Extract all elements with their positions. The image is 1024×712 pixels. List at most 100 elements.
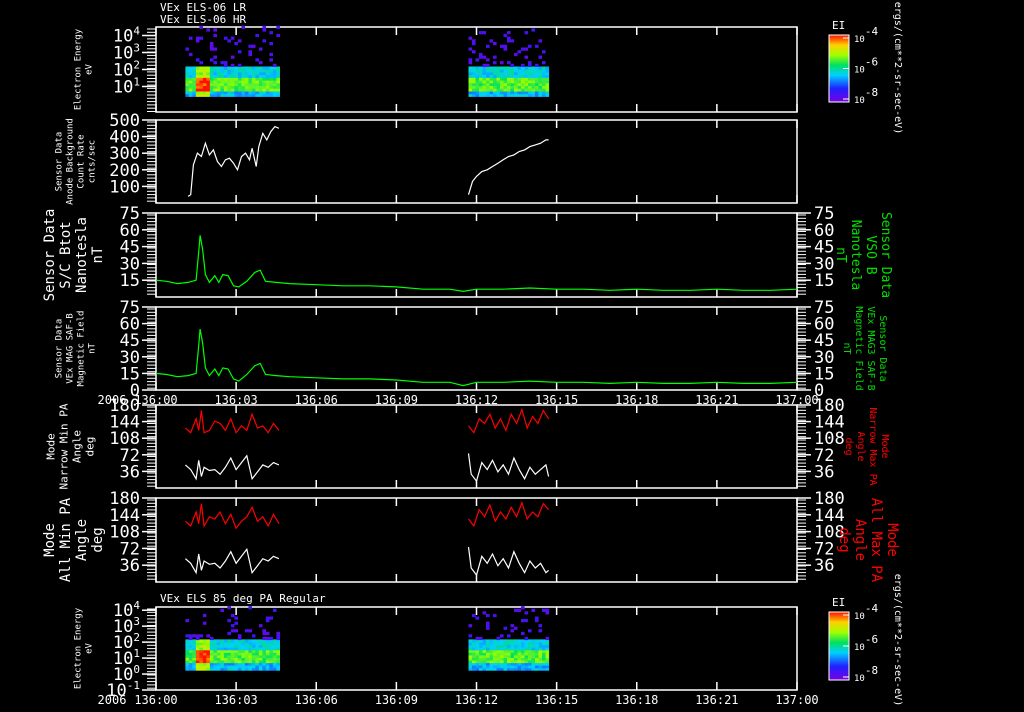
spectrogram-cell [545, 74, 550, 78]
spectrogram-cell [276, 33, 280, 38]
spectrogram-cell [528, 639, 532, 643]
spectrogram-cell [276, 66, 280, 70]
spectrogram-cell [468, 639, 473, 643]
spectrogram-cell [244, 629, 249, 633]
spectrogram-cell [206, 634, 210, 638]
p2-ylabel: cnts/sec [88, 140, 98, 183]
spectrogram-cell [237, 634, 242, 638]
spectrogram-cell [227, 88, 231, 92]
p3-right-label: Nanotesla [848, 220, 863, 290]
spectrogram-cell [528, 88, 532, 92]
spectrogram-cell [244, 66, 249, 70]
spectrogram-cell [269, 616, 273, 620]
spectrogram-cell [199, 88, 203, 92]
spectrogram-cell [195, 36, 200, 40]
space-plasma-summary-plot: 101102103104Electron Energy eVVEx ELS-06 … [42, 1, 903, 707]
spectrogram-cell [237, 63, 242, 67]
spectrogram-cell [265, 636, 270, 641]
spectrogram-cell [262, 25, 266, 29]
spectrogram-cell [272, 74, 277, 78]
spectrogram-cell [472, 613, 476, 618]
spectrogram-cell [521, 63, 525, 67]
p5-ylabel: deg [84, 437, 97, 457]
spectrogram-cell [258, 74, 263, 78]
spectrogram-cell [507, 74, 511, 78]
p7-colorbar-units: ergs/(cm**2-sr-sec-eV) [892, 574, 903, 706]
spectrogram-cell [517, 608, 522, 612]
p2-ytick-label: 500 [109, 111, 140, 131]
upper-x-tick-label: 136:21 [695, 393, 738, 407]
spectrogram-cell [223, 88, 228, 92]
spectrogram-cell [524, 636, 529, 641]
spectrogram-cell [251, 639, 256, 643]
spectrogram-cell [206, 74, 210, 78]
spectrogram-cell [496, 636, 501, 641]
spectrogram-cell [192, 634, 196, 638]
spectrogram-cell [188, 74, 193, 78]
spectrogram-cell [230, 624, 235, 628]
spectrogram-cell [195, 88, 200, 92]
spectrogram-cell [475, 88, 480, 92]
spectrogram-cell [507, 639, 511, 643]
p1-colorbar-tick-label: 10-4 [854, 25, 878, 45]
spectrogram-cell [199, 74, 203, 78]
spectrogram-cell [230, 629, 235, 633]
p5-ylabel: Angle [71, 430, 84, 463]
spectrogram-cell [213, 33, 217, 38]
spectrogram-cell [262, 636, 266, 641]
spectrogram-cell [486, 63, 490, 67]
upper-x-tick-label: 136:03 [214, 393, 257, 407]
spectrogram-cell [227, 66, 231, 70]
spectrogram-cell [244, 74, 249, 78]
spectrogram-cell [272, 639, 277, 643]
spectrogram-cell [521, 88, 525, 92]
spectrogram-cell [262, 39, 266, 43]
spectrogram-cell [230, 55, 235, 59]
spectrogram-cell [234, 42, 238, 46]
spectrogram-cell [199, 66, 203, 70]
spectrogram-cell [195, 74, 200, 78]
p1-colorbar-label: EI [832, 19, 845, 32]
spectrogram-cell [234, 88, 238, 92]
spectrogram-cell [510, 88, 515, 92]
spectrogram-cell [475, 66, 480, 70]
p6-min-pa-line [467, 546, 549, 577]
spectrogram-cell [535, 74, 539, 78]
spectrogram-cell [503, 626, 508, 630]
spectrogram-cell [489, 74, 494, 78]
spectrogram-cell [542, 61, 546, 65]
spectrogram-cell [258, 88, 263, 92]
upper-x-tick-label: 136:18 [615, 393, 658, 407]
spectrogram-cell [475, 58, 480, 62]
spectrogram-cell [209, 42, 214, 46]
spectrogram-cell [524, 88, 529, 92]
spectrogram-cell [185, 47, 189, 51]
p6-ytick-label: 180 [109, 489, 140, 509]
spectrogram-cell [507, 61, 511, 65]
lower-x-tick-label: 136:15 [535, 693, 578, 707]
spectrogram-cell [192, 639, 196, 643]
spectrogram-cell [265, 616, 270, 620]
spectrogram-cell [528, 629, 532, 633]
spectrogram-cell [538, 639, 543, 643]
lower-x-tick-label: 136:18 [615, 693, 658, 707]
spectrogram-cell [472, 88, 476, 92]
p2-frame [155, 119, 798, 204]
p2-ylabel: Anode Background [66, 118, 76, 205]
spectrogram-cell [237, 74, 242, 78]
spectrogram-cell [265, 88, 270, 92]
spectrogram-cell [258, 47, 263, 51]
spectrogram-cell [500, 74, 504, 78]
spectrogram-cell [185, 634, 189, 638]
spectrogram-cell [269, 52, 273, 57]
spectrogram-cell [258, 639, 263, 643]
spectrogram-cell [475, 636, 480, 641]
spectrogram-cell [248, 44, 252, 48]
spectrogram-cell [468, 66, 473, 70]
lower-x-tick-label: 136:00 [134, 693, 177, 707]
spectrogram-cell [493, 66, 497, 70]
spectrogram-cell [521, 639, 525, 643]
p6-right-label: Mode [884, 523, 900, 557]
spectrogram-cell [472, 66, 476, 70]
spectrogram-cell [258, 61, 263, 65]
